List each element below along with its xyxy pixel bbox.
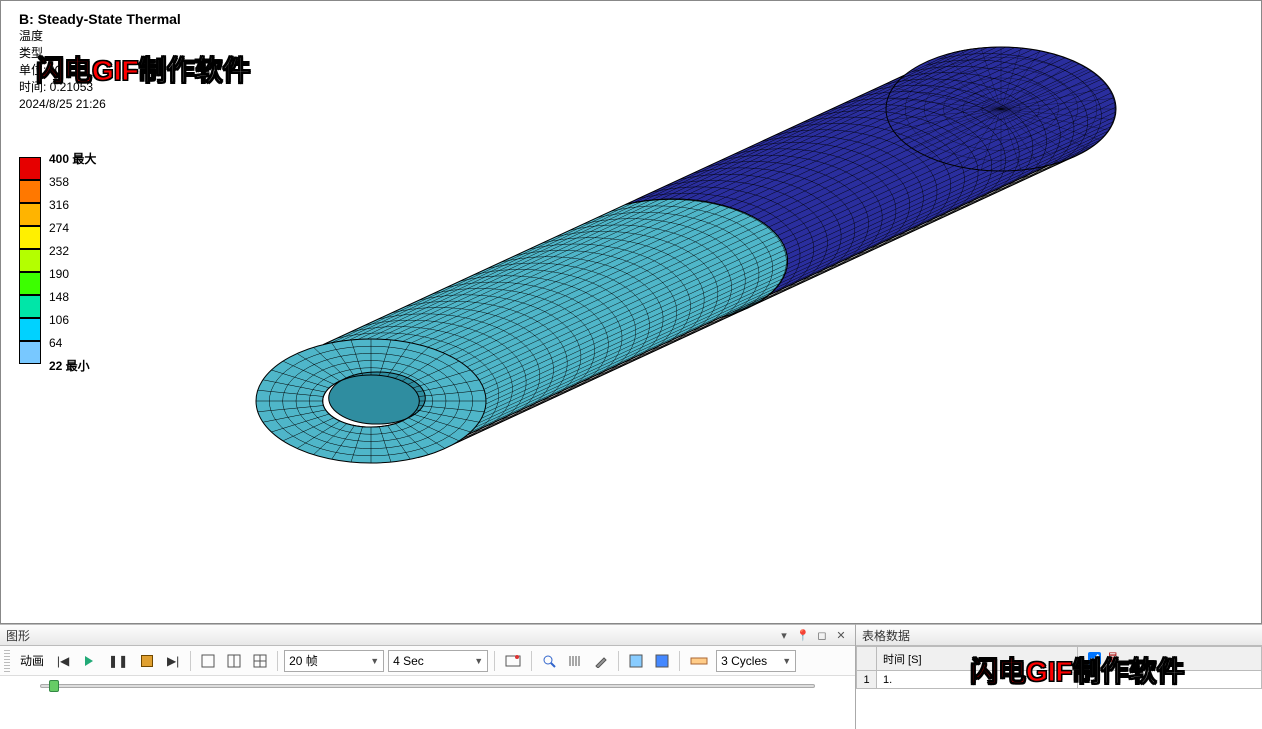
element-contour-icon[interactable]	[651, 650, 673, 672]
timeline-thumb[interactable]	[49, 680, 59, 692]
timeline-track[interactable]	[40, 684, 815, 688]
table-row[interactable]: 1 1. 22.	[857, 671, 1262, 689]
col-2-checkbox[interactable]	[1088, 652, 1101, 665]
cycles-value: 3 Cycles	[721, 654, 767, 668]
row-number: 1	[857, 671, 877, 689]
chevron-down-icon: ▼	[474, 656, 483, 666]
table-corner	[857, 647, 877, 671]
bottom-panels: 图形 ▾ 📍 ◻ ✕ 动画 |◀ ❚❚ ▶| 20 帧 ▼ 4 Sec ▼	[0, 624, 1262, 729]
stop-button[interactable]	[136, 650, 158, 672]
panel-pin-icon[interactable]: 📍	[795, 628, 811, 642]
graph-panel-titlebar: 图形 ▾ 📍 ◻ ✕	[0, 624, 855, 646]
viewport-3d[interactable]: B: Steady-State Thermal 温度 类型 单位: °C 时间:…	[0, 0, 1262, 624]
duration-value: 4 Sec	[393, 654, 424, 668]
animation-label: 动画	[16, 652, 48, 669]
cycles-combo[interactable]: 3 Cycles ▼	[716, 650, 796, 672]
layout-quad-icon[interactable]	[249, 650, 271, 672]
chevron-down-icon: ▼	[370, 656, 379, 666]
layout-split-icon[interactable]	[223, 650, 245, 672]
col-time-header[interactable]: 时间 [S]	[877, 647, 1078, 671]
probe-icon[interactable]	[590, 650, 612, 672]
result-info-block: B: Steady-State Thermal 温度 类型 单位: °C 时间:…	[19, 11, 181, 113]
zoom-fit-icon[interactable]	[538, 650, 560, 672]
animation-toolbar: 动画 |◀ ❚❚ ▶| 20 帧 ▼ 4 Sec ▼ 3 Cycles ▼	[0, 646, 855, 676]
col-2-header[interactable]: 最	[1078, 647, 1262, 671]
frames-value: 20 帧	[289, 652, 318, 669]
toolbar-grip[interactable]	[4, 650, 10, 672]
panel-dropdown-icon[interactable]: ▾	[776, 628, 792, 642]
panel-close-icon[interactable]: ✕	[833, 628, 849, 642]
color-legend: 400 最大3583162742321901481066422 最小	[19, 157, 96, 364]
info-line-type: 类型	[19, 45, 181, 62]
cell-c2[interactable]: 22.	[1078, 671, 1262, 689]
table-panel: 表格数据 时间 [S] 最 1 1. 22.	[856, 624, 1262, 729]
graph-panel-title: 图形	[6, 627, 30, 644]
export-video-icon[interactable]	[501, 650, 525, 672]
frames-combo[interactable]: 20 帧 ▼	[284, 650, 384, 672]
node-contour-icon[interactable]	[625, 650, 647, 672]
info-line-units: 单位: °C	[19, 62, 181, 79]
frame-last-button[interactable]: ▶|	[162, 650, 184, 672]
info-line-quantity: 温度	[19, 28, 181, 45]
frame-first-button[interactable]: |◀	[52, 650, 74, 672]
graph-panel: 图形 ▾ 📍 ◻ ✕ 动画 |◀ ❚❚ ▶| 20 帧 ▼ 4 Sec ▼	[0, 624, 856, 729]
panel-window-icon[interactable]: ◻	[814, 628, 830, 642]
layout-single-icon[interactable]	[197, 650, 219, 672]
table-panel-titlebar: 表格数据	[856, 624, 1262, 646]
distributed-icon[interactable]	[564, 650, 586, 672]
table-header-row: 时间 [S] 最	[857, 647, 1262, 671]
pause-button[interactable]: ❚❚	[104, 650, 132, 672]
animation-timeline[interactable]	[0, 676, 855, 704]
analysis-title: B: Steady-State Thermal	[19, 11, 181, 28]
cell-time[interactable]: 1.	[877, 671, 1078, 689]
info-line-time: 时间: 0.21053	[19, 79, 181, 96]
info-line-datetime: 2024/8/25 21:26	[19, 96, 181, 113]
table-panel-title: 表格数据	[862, 627, 910, 644]
play-button[interactable]	[78, 650, 100, 672]
chevron-down-icon: ▼	[782, 656, 791, 666]
ruler-icon[interactable]	[686, 650, 712, 672]
result-mesh-cylinder[interactable]	[231, 31, 1131, 591]
tabular-data[interactable]: 时间 [S] 最 1 1. 22.	[856, 646, 1262, 729]
duration-combo[interactable]: 4 Sec ▼	[388, 650, 488, 672]
col-2-label: 最	[1107, 652, 1118, 664]
